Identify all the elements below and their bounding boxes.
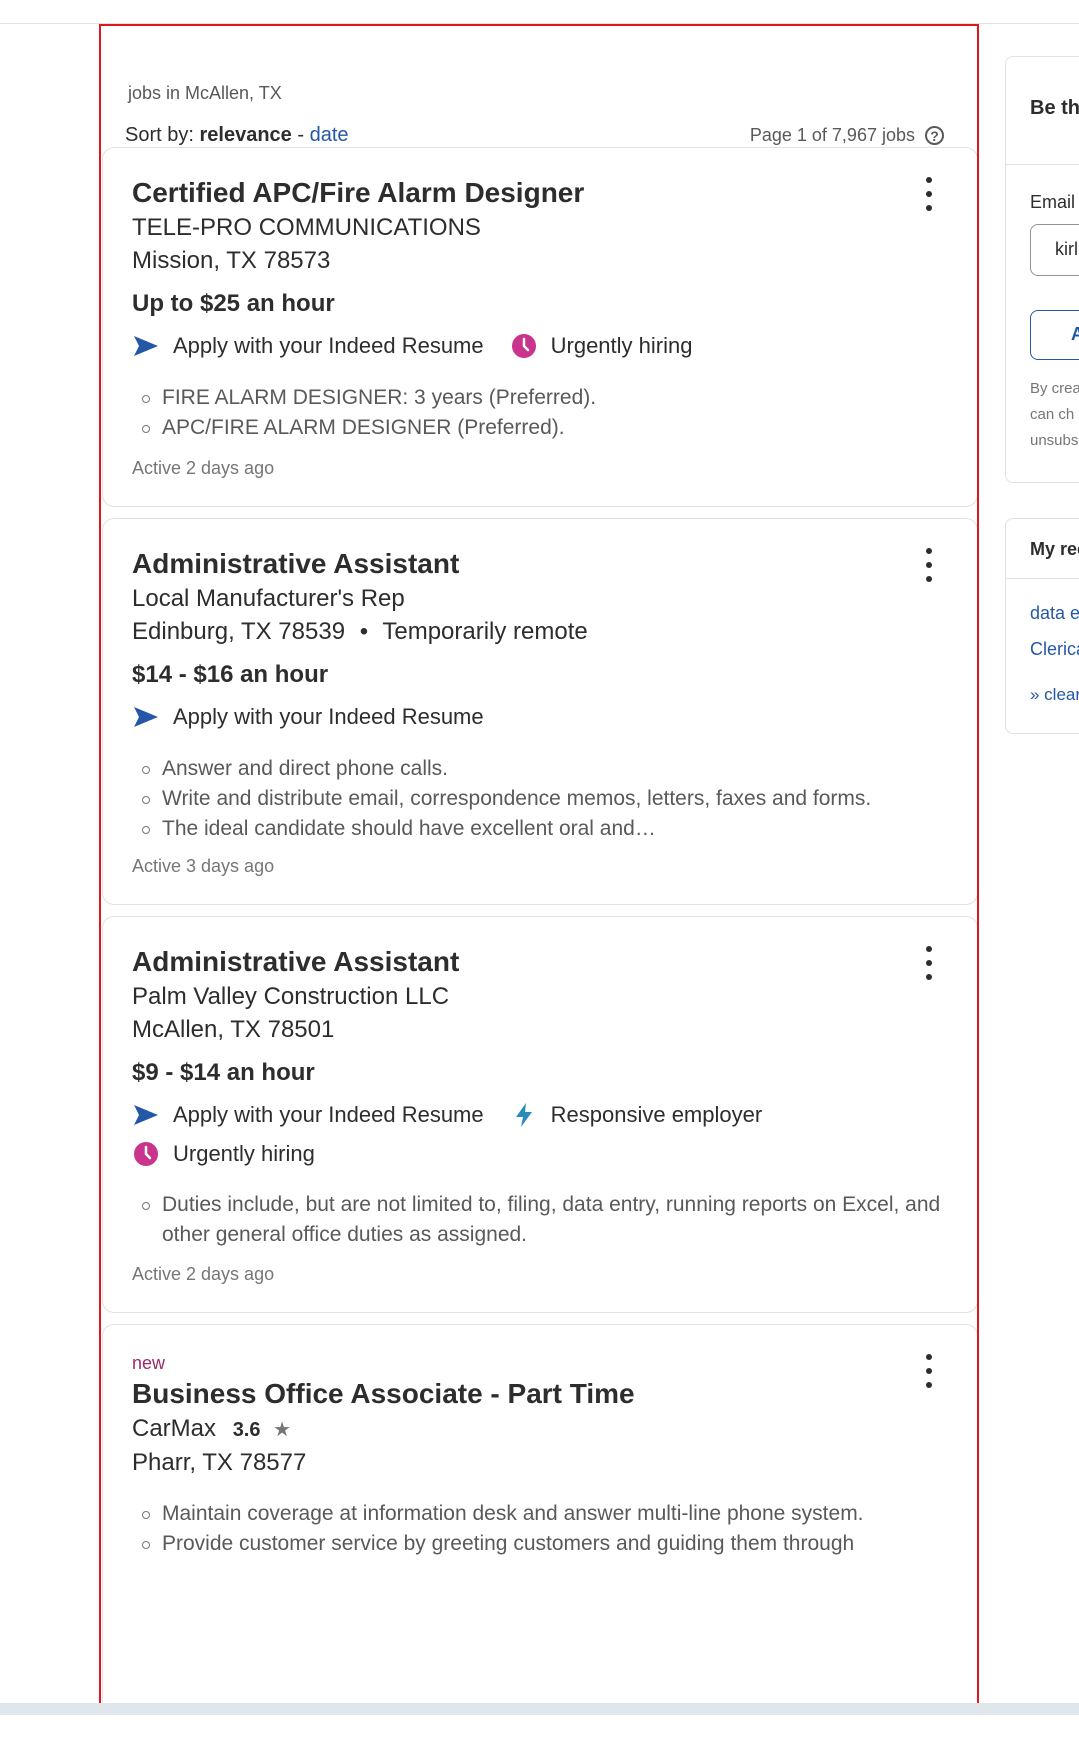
company-name[interactable]: Local Manufacturer's Rep	[132, 585, 405, 613]
job-features: Apply with your Indeed Resume	[132, 703, 510, 731]
recent-search-link[interactable]: data e	[1030, 603, 1079, 624]
urgently-hiring: Urgently hiring	[132, 1140, 315, 1168]
active-date: Active 2 days ago	[132, 458, 275, 478]
company-name[interactable]: Palm Valley Construction LLC	[132, 983, 449, 1011]
job-title[interactable]: Business Office Associate - Part Time	[132, 1378, 635, 1410]
sort-date-link[interactable]: date	[310, 124, 349, 146]
snippet-item: Answer and direct phone calls.	[142, 754, 952, 784]
job-title[interactable]: Certified APC/Fire Alarm Designer	[132, 177, 584, 209]
disclaimer-line: By crea	[1030, 380, 1079, 397]
clear-searches-link[interactable]: » clear	[1030, 685, 1079, 705]
job-alert-panel: Be th Email kirl A By crea can ch unsubs	[1005, 56, 1079, 483]
remote-status: Temporarily remote	[382, 618, 588, 645]
sort-by: Sort by: relevance - date	[125, 124, 349, 147]
snippet-item: APC/FIRE ALARM DESIGNER (Preferred).	[142, 413, 952, 443]
lightning-icon	[510, 1101, 538, 1129]
clock-icon	[132, 1140, 160, 1168]
button-label: A	[1071, 324, 1079, 345]
snippet-item: Duties include, but are not limited to, …	[142, 1190, 952, 1250]
recent-searches-panel: My rec data e Clerica » clear	[1005, 518, 1079, 734]
activate-alert-button[interactable]: A	[1030, 310, 1079, 360]
page-count-text: Page 1 of 7,967 jobs	[749, 125, 915, 145]
location-separator: •	[359, 618, 369, 645]
company-name[interactable]: TELE-PRO COMMUNICATIONS	[132, 214, 481, 242]
send-arrow-icon	[132, 332, 160, 360]
job-alert-heading: Be th	[1030, 97, 1079, 119]
snippet-item: The ideal candidate should have excellen…	[142, 814, 952, 844]
apply-indeed-resume: Apply with your Indeed Resume	[132, 703, 484, 731]
help-icon[interactable]: ?	[925, 126, 944, 145]
divider	[1006, 578, 1079, 579]
job-location: Edinburg, TX 78539 • Temporarily remote	[132, 618, 588, 646]
email-input[interactable]: kirl	[1030, 224, 1079, 276]
more-options-icon[interactable]	[917, 548, 941, 582]
job-snippet: Duties include, but are not limited to, …	[132, 1190, 952, 1250]
job-snippet: FIRE ALARM DESIGNER: 3 years (Preferred)…	[132, 383, 952, 443]
active-date: Active 2 days ago	[132, 1264, 275, 1284]
snippet-item: Write and distribute email, corresponden…	[142, 784, 952, 814]
horizontal-scrollbar[interactable]	[0, 1703, 1079, 1715]
feature-label: Urgently hiring	[173, 1141, 315, 1166]
job-snippet: Maintain coverage at information desk an…	[132, 1499, 952, 1559]
company-rating: 3.6	[232, 1419, 261, 1441]
clock-icon	[510, 332, 538, 360]
search-title: jobs in McAllen, TX	[128, 83, 282, 103]
job-location: Mission, TX 78573	[132, 247, 331, 274]
company-name-text[interactable]: CarMax	[132, 1415, 216, 1442]
apply-indeed-resume: Apply with your Indeed Resume	[132, 1101, 484, 1129]
job-location: McAllen, TX 78501	[132, 1016, 335, 1043]
snippet-item: Maintain coverage at information desk an…	[142, 1499, 952, 1529]
snippet-item: Provide customer service by greeting cus…	[142, 1529, 952, 1559]
recent-heading: My rec	[1030, 539, 1079, 559]
job-card[interactable]: Administrative Assistant Palm Valley Con…	[102, 916, 977, 1313]
email-label: Email	[1030, 192, 1076, 212]
location-text: Edinburg, TX 78539	[132, 618, 346, 645]
job-features-row-2: Urgently hiring	[132, 1140, 341, 1168]
apply-indeed-resume: Apply with your Indeed Resume	[132, 332, 484, 360]
feature-label: Responsive employer	[550, 1102, 763, 1127]
urgently-hiring: Urgently hiring	[510, 332, 693, 360]
sort-relevance: relevance	[199, 124, 292, 146]
disclaimer-line: can ch	[1030, 406, 1075, 423]
feature-label: Urgently hiring	[550, 333, 693, 358]
more-options-icon[interactable]	[917, 177, 941, 211]
divider	[1006, 164, 1079, 165]
feature-label: Apply with your Indeed Resume	[173, 333, 484, 358]
sort-separator: -	[297, 124, 305, 146]
snippet-item: FIRE ALARM DESIGNER: 3 years (Preferred)…	[142, 383, 952, 413]
job-snippet: Answer and direct phone calls. Write and…	[132, 754, 952, 844]
job-card[interactable]: Administrative Assistant Local Manufactu…	[102, 518, 977, 905]
active-date: Active 3 days ago	[132, 856, 275, 876]
company-name[interactable]: CarMax 3.6 ★	[132, 1415, 291, 1443]
salary: $9 - $14 an hour	[132, 1059, 315, 1086]
salary: Up to $25 an hour	[132, 290, 335, 317]
new-badge: new	[132, 1353, 166, 1373]
star-icon: ★	[273, 1419, 292, 1441]
send-arrow-icon	[132, 703, 160, 731]
recent-search-link[interactable]: Clerica	[1030, 639, 1079, 660]
job-card[interactable]: new Business Office Associate - Part Tim…	[102, 1324, 977, 1712]
job-features: Apply with your Indeed Resume Urgently h…	[132, 332, 718, 360]
salary: $14 - $16 an hour	[132, 661, 329, 688]
job-card[interactable]: Certified APC/Fire Alarm Designer TELE-P…	[102, 147, 977, 507]
job-title[interactable]: Administrative Assistant	[132, 548, 459, 580]
job-results-panel: jobs in McAllen, TX Sort by: relevance -…	[99, 24, 979, 1714]
email-value: kirl	[1055, 239, 1078, 259]
job-location: Pharr, TX 78577	[132, 1449, 307, 1476]
more-options-icon[interactable]	[917, 1354, 941, 1388]
job-title[interactable]: Administrative Assistant	[132, 946, 459, 978]
disclaimer-line: unsubs	[1030, 432, 1079, 449]
send-arrow-icon	[132, 1101, 160, 1129]
more-options-icon[interactable]	[917, 946, 941, 980]
feature-label: Apply with your Indeed Resume	[173, 1102, 484, 1127]
feature-label: Apply with your Indeed Resume	[173, 704, 484, 729]
sort-label: Sort by:	[125, 124, 194, 146]
job-features: Apply with your Indeed Resume Responsive…	[132, 1101, 788, 1129]
responsive-employer: Responsive employer	[510, 1101, 763, 1129]
page-count: Page 1 of 7,967 jobs ?	[750, 125, 944, 146]
